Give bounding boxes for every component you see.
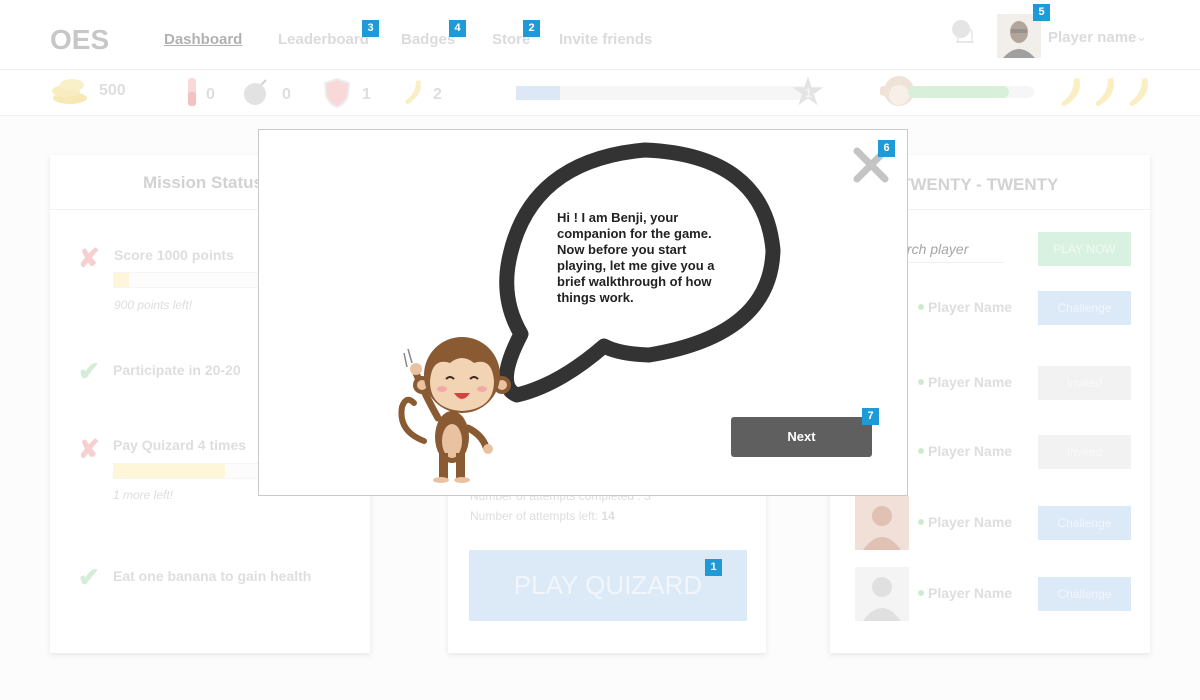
step-marker: 5 [1033, 4, 1050, 21]
step-marker: 1 [705, 559, 722, 576]
step-marker: 3 [362, 20, 379, 37]
step-marker: 6 [878, 140, 895, 157]
step-marker: 7 [862, 408, 879, 425]
next-button[interactable]: Next [731, 417, 872, 457]
monkey-mascot-image [398, 337, 511, 483]
step-marker: 2 [523, 20, 540, 37]
walkthrough-message: Hi ! I am Benji, your companion for the … [557, 210, 715, 305]
step-marker: 4 [449, 20, 466, 37]
walkthrough-dialog: Hi ! I am Benji, your companion for the … [258, 129, 908, 496]
